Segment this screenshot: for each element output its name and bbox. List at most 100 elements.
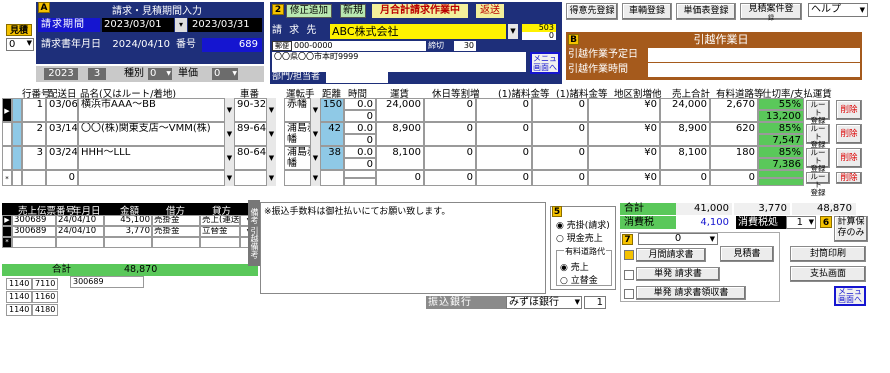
vehicle-register-button[interactable]: 車輌登録 — [622, 3, 672, 20]
cell-total[interactable]: 8,100 — [660, 146, 710, 170]
cell-holiday[interactable]: 0 — [424, 98, 476, 122]
moving-time-field[interactable] — [648, 63, 860, 77]
cell-fare[interactable]: 8,900 — [376, 122, 424, 146]
monthly-check[interactable] — [624, 250, 634, 260]
credit-sales-radio[interactable]: ◉ 売掛(請求) — [556, 218, 616, 231]
sales-cell-date[interactable]: 24/04/10 — [56, 215, 104, 226]
cell-total[interactable]: 8,900 — [660, 122, 710, 146]
cell-dist[interactable]: 42 — [320, 122, 344, 146]
unit-table-register-button[interactable]: 単価表登録 — [676, 3, 736, 20]
sales-cell-amount[interactable]: 45,100 — [104, 215, 152, 226]
menu-button[interactable]: メニュ 画面へ — [530, 52, 560, 74]
delete-row-button[interactable]: 削除 — [836, 148, 862, 168]
cell-fee2[interactable]: 0 — [532, 146, 588, 170]
bank-select[interactable]: みずほ銀行 ▼ — [506, 296, 582, 309]
cell-holiday[interactable]: 0 — [424, 146, 476, 170]
address-line2-field[interactable] — [272, 62, 526, 72]
chevron-down-icon[interactable]: ▼ — [310, 122, 320, 146]
help-select[interactable]: ヘルプ ▼ — [808, 3, 868, 17]
estimate-print-button[interactable]: 見積書 — [720, 246, 774, 262]
customer-field[interactable]: ABC株式会社 — [330, 24, 506, 39]
address-field[interactable]: 〇〇県〇〇市本町9999 — [272, 52, 526, 62]
chevron-down-icon[interactable]: ▼ — [508, 24, 518, 39]
cell-time2[interactable] — [344, 178, 376, 186]
cell-holiday[interactable]: 0 — [424, 122, 476, 146]
calc-save-button[interactable]: 計算保 存のみ — [834, 216, 868, 242]
issue-date-field[interactable]: 2024/04/10 — [110, 38, 174, 52]
delete-row-button[interactable]: 削除 — [836, 124, 862, 144]
cell-rate2[interactable]: 7,547 — [758, 134, 804, 146]
cell-fee1[interactable]: 0 — [476, 170, 532, 186]
cell-day[interactable]: 03/24 — [46, 146, 78, 170]
cell-row[interactable] — [22, 170, 46, 186]
single-check[interactable] — [624, 270, 634, 280]
cell-fee2[interactable]: 0 — [532, 122, 588, 146]
cell-toll[interactable]: 2,670 — [710, 98, 758, 122]
sales-cell-no[interactable]: 300689 — [12, 215, 56, 226]
cell-rate[interactable]: 55% — [758, 98, 804, 110]
cell-toll[interactable]: 180 — [710, 146, 758, 170]
cash-sales-radio[interactable]: ○ 現金売上 — [556, 231, 616, 244]
cell-time2[interactable]: 0 — [344, 110, 376, 122]
cell-rate2[interactable]: 13,200 — [758, 110, 804, 122]
row-selector[interactable]: * — [2, 170, 12, 186]
chevron-down-icon[interactable]: ▼ — [310, 170, 320, 186]
receipt-check[interactable] — [624, 289, 634, 299]
cell-rate2[interactable]: 7,386 — [758, 158, 804, 170]
menu-screen-button[interactable]: メニュ 画面へ — [834, 286, 866, 306]
cell-dist[interactable]: 38 — [320, 146, 344, 170]
chevron-down-icon[interactable]: ▼ — [224, 146, 234, 170]
cell-time[interactable]: 0.0 — [344, 146, 376, 158]
cell-toll[interactable]: 620 — [710, 122, 758, 146]
cell-dist[interactable] — [320, 170, 344, 186]
cell-time[interactable] — [344, 170, 376, 178]
cell-item[interactable]: 横浜市AAA～BB — [78, 98, 234, 122]
cell-toll[interactable]: 0 — [710, 170, 758, 186]
cell-item[interactable]: HHH～LLL — [78, 146, 234, 170]
cell-rate[interactable]: 85% — [758, 122, 804, 134]
cell-fee1[interactable]: 0 — [476, 146, 532, 170]
postal-field[interactable]: 000-0000 — [292, 41, 426, 51]
cell-rate2[interactable] — [758, 178, 804, 186]
chevron-down-icon[interactable]: ▼ — [224, 122, 234, 146]
sales-cell-debit[interactable] — [152, 237, 200, 248]
dept-field[interactable] — [326, 72, 388, 83]
sales-cell-no[interactable]: 300689 — [12, 226, 56, 237]
route-register-button[interactable]: ルート 登録 — [806, 100, 830, 125]
date-from-field[interactable]: 2023/03/01 — [102, 18, 174, 32]
row-selector[interactable] — [2, 146, 12, 170]
cell-day[interactable]: 0 — [46, 170, 78, 186]
closing-field[interactable]: 30 — [454, 41, 476, 51]
cell-fare[interactable]: 8,100 — [376, 146, 424, 170]
number-field[interactable]: 689 — [202, 38, 262, 52]
cell-row[interactable]: 3 — [22, 146, 46, 170]
sales-cell-debit[interactable]: 売掛金 — [152, 226, 200, 237]
single-invoice-button[interactable]: 単発 請求書 — [636, 267, 720, 281]
row-selector[interactable] — [2, 122, 12, 146]
cell-row[interactable]: 1 — [22, 98, 46, 122]
return-button[interactable]: 返送 — [476, 4, 504, 18]
route-register-button[interactable]: ルート 登録 — [806, 148, 830, 173]
cell-holiday[interactable]: 0 — [424, 170, 476, 186]
cell-item[interactable]: 〇〇(株)関東支店～VMM(株) — [78, 122, 234, 146]
cell-time[interactable]: 0.0 — [344, 122, 376, 134]
cell-area[interactable]: ¥0 — [588, 146, 660, 170]
cell-dist[interactable]: 150 — [320, 98, 344, 122]
cell-day[interactable]: 03/06 — [46, 98, 78, 122]
sales-cell-amount[interactable]: 3,770 — [104, 226, 152, 237]
delete-row-button[interactable]: 削除 — [836, 172, 862, 184]
sales-cell-credit[interactable]: 売上(運送 — [200, 215, 240, 226]
sales-cell-date[interactable]: 24/04/10 — [56, 226, 104, 237]
remarks-field[interactable]: ※振込手数料は御社払いにてお願い致します。 — [260, 202, 546, 294]
cell-fee2[interactable]: 0 — [532, 170, 588, 186]
chevron-down-icon[interactable]: ▼ — [266, 170, 276, 186]
cell-rate[interactable] — [758, 170, 804, 178]
payment-screen-button[interactable]: 支払画面 — [790, 266, 866, 282]
cell-time2[interactable]: 0 — [344, 134, 376, 146]
route-register-button[interactable]: ルート 登録 — [806, 124, 830, 149]
chevron-down-icon[interactable]: ▼ — [224, 98, 234, 122]
cell-item[interactable] — [78, 170, 234, 186]
sales-cell-credit[interactable] — [200, 237, 240, 248]
moving-date-field[interactable] — [648, 48, 860, 62]
envelope-print-button[interactable]: 封筒印刷 — [790, 246, 866, 262]
